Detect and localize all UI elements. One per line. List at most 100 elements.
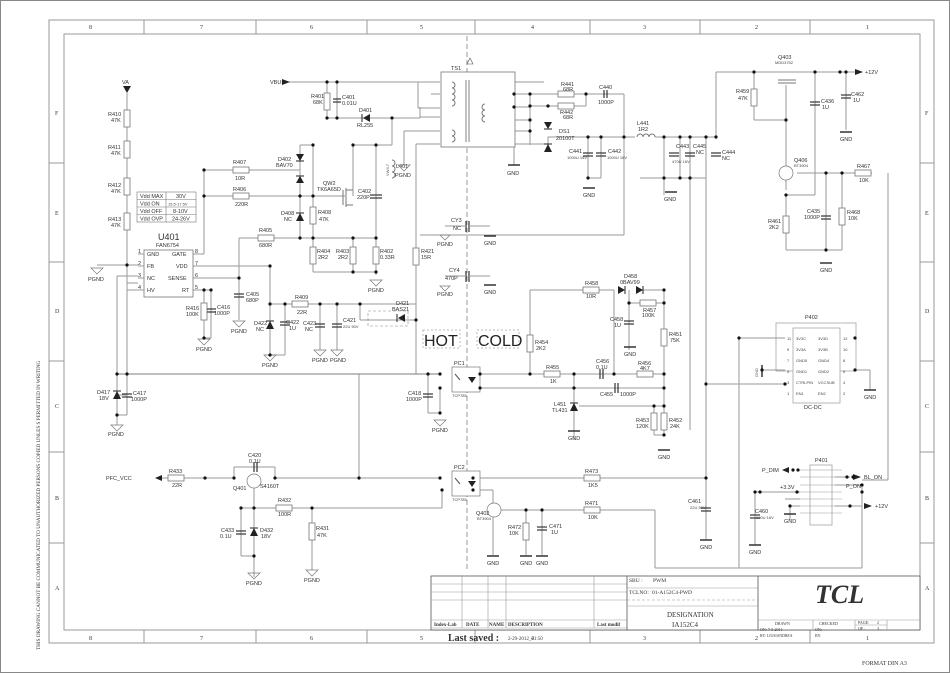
svg-text:PGND: PGND	[196, 347, 212, 353]
svg-text:1U: 1U	[822, 105, 829, 111]
svg-text:+12V: +12V	[875, 504, 888, 510]
svg-text:R473: R473	[585, 469, 598, 475]
svg-text:NC: NC	[722, 156, 730, 162]
tcl-logo: TCL	[815, 580, 864, 609]
svg-text:1R2: 1R2	[638, 127, 648, 133]
svg-text:47K: 47K	[738, 96, 748, 102]
svg-text:PGND: PGND	[437, 242, 453, 248]
p-on-label: P_ON	[846, 484, 861, 490]
svg-text:470P: 470P	[445, 276, 458, 282]
svg-text:1: 1	[866, 25, 869, 31]
svg-text:PGND: PGND	[312, 358, 328, 364]
svg-text:D: D	[55, 309, 60, 315]
svg-text:GND: GND	[658, 455, 670, 461]
svg-text:10K: 10K	[848, 216, 858, 222]
svg-text:0.1U: 0.1U	[220, 534, 232, 540]
svg-text:1000P: 1000P	[406, 397, 422, 403]
svg-text:12: 12	[843, 336, 848, 341]
last-saved-value: 2-29-2012_21:50	[508, 637, 543, 642]
svg-text:2: 2	[755, 636, 758, 642]
svg-text:PGND: PGND	[231, 329, 247, 335]
svg-text:3V3C: 3V3C	[796, 336, 806, 341]
svg-text:E: E	[55, 211, 59, 217]
svg-text:220R: 220R	[235, 202, 248, 208]
svg-text:PGND: PGND	[330, 358, 346, 364]
svg-text:1U: 1U	[551, 530, 558, 536]
svg-text:75K: 75K	[670, 338, 680, 344]
svg-text:R431: R431	[316, 526, 329, 532]
svg-text:ON: 7-5-2011: ON: 7-5-2011	[760, 627, 782, 632]
svg-text:DRAWN: DRAWN	[775, 621, 790, 626]
svg-text:6: 6	[310, 25, 313, 31]
svg-text:GND1: GND1	[796, 369, 808, 374]
net-va-label: VA	[122, 80, 129, 86]
svg-text:1K: 1K	[550, 379, 557, 385]
resistor-r408: R40847K	[309, 206, 331, 225]
svg-text:U401: U401	[158, 232, 180, 242]
svg-text:NC: NC	[696, 150, 704, 156]
svg-text:GND: GND	[754, 368, 759, 377]
svg-text:47K: 47K	[111, 118, 121, 124]
svg-text:68R: 68R	[563, 87, 573, 93]
svg-text:0.33R: 0.33R	[380, 255, 395, 261]
svg-text:FAN6754: FAN6754	[156, 243, 179, 249]
svg-text:7: 7	[200, 636, 203, 642]
svg-text:R407: R407	[233, 160, 246, 166]
svg-text:6: 6	[310, 636, 313, 642]
svg-text:BY: LIUSIANDREA: BY: LIUSIANDREA	[760, 634, 793, 638]
svg-text:GND: GND	[664, 197, 676, 203]
svg-text:GATE: GATE	[172, 252, 187, 258]
svg-text:BAV70: BAV70	[276, 163, 293, 169]
svg-text:E: E	[925, 211, 929, 217]
svg-text:VW4.7: VW4.7	[385, 163, 390, 176]
svg-text:1000U 16V: 1000U 16V	[607, 155, 627, 160]
svg-text:47K: 47K	[319, 217, 329, 223]
svg-text:1U: 1U	[614, 323, 621, 329]
p3v3-label: +3.3V	[780, 485, 795, 491]
svg-text:TCLNO:: TCLNO:	[629, 590, 649, 596]
svg-text:PGND: PGND	[262, 363, 278, 369]
svg-text:RT: RT	[182, 288, 190, 294]
svg-text:68K: 68K	[313, 100, 323, 106]
svg-text:GND: GND	[864, 395, 876, 401]
svg-text:DC-DC: DC-DC	[804, 405, 822, 411]
svg-text:3V3D: 3V3D	[818, 336, 828, 341]
svg-text:GND5: GND5	[796, 358, 808, 363]
svg-text:120K: 120K	[636, 424, 649, 430]
svg-text:100K: 100K	[642, 313, 655, 319]
svg-text:PC2: PC2	[454, 465, 465, 471]
svg-text:NAME: NAME	[489, 623, 505, 628]
svg-text:0.1U: 0.1U	[596, 365, 608, 371]
svg-text:RL255: RL255	[357, 123, 373, 129]
svg-text:GND: GND	[487, 561, 499, 567]
svg-text:PGND: PGND	[108, 432, 124, 438]
svg-text:47K: 47K	[111, 223, 121, 229]
svg-text:GND: GND	[840, 137, 852, 143]
net-pfc-vcc-label: PFC_VCC	[106, 476, 132, 482]
sbu-value: PWM	[653, 578, 666, 584]
svg-text:GND2: GND2	[818, 369, 830, 374]
svg-text:S4160T: S4160T	[260, 484, 280, 490]
svg-text:CY4: CY4	[449, 268, 460, 274]
svg-text:1U: 1U	[289, 326, 296, 332]
svg-text:PGND: PGND	[437, 292, 453, 298]
svg-text:1000P: 1000P	[620, 392, 636, 398]
svg-text:30V: 30V	[176, 194, 186, 200]
svg-text:BAS21: BAS21	[392, 307, 409, 313]
designation-value: IA152C4	[672, 621, 699, 629]
svg-text:BT3904: BT3904	[794, 163, 809, 168]
svg-text:47K: 47K	[111, 189, 121, 195]
svg-text:R405: R405	[259, 228, 272, 234]
svg-text:OF :: OF :	[858, 626, 865, 631]
svg-text:C455: C455	[600, 392, 613, 398]
svg-text:GND4: GND4	[818, 358, 830, 363]
svg-text:GND: GND	[507, 171, 519, 177]
resistor-r405: R405 680R	[257, 228, 275, 249]
svg-text:1000P: 1000P	[214, 311, 230, 317]
svg-text:DATE: DATE	[466, 623, 480, 628]
svg-text:Last modif: Last modif	[597, 623, 621, 628]
svg-text:TL431: TL431	[552, 408, 568, 414]
svg-text:TCP785: TCP785	[452, 393, 467, 398]
svg-text:NC: NC	[305, 327, 313, 333]
svg-text:PGND: PGND	[88, 277, 104, 283]
